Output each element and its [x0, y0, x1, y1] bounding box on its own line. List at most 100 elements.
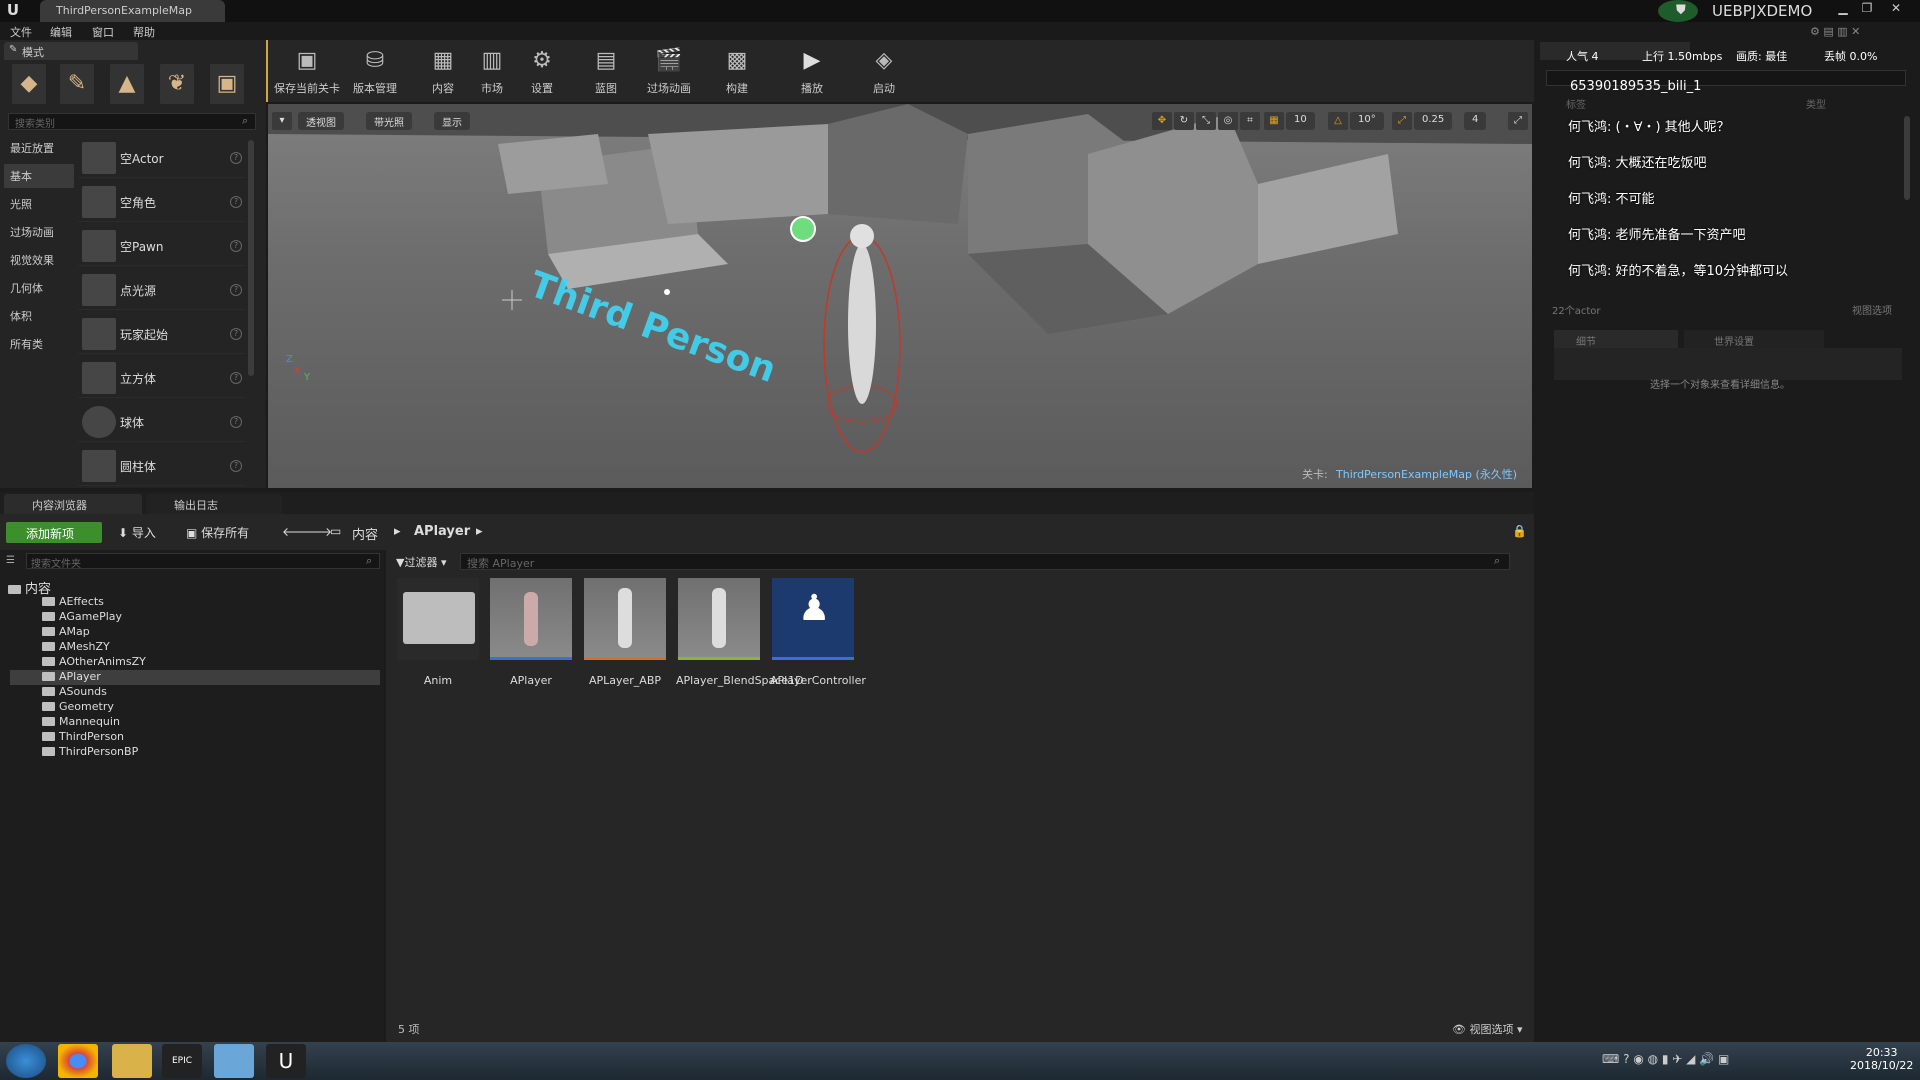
world-settings-tab[interactable]: 世界设置 [1684, 330, 1824, 348]
folder-icon[interactable]: ▭ [330, 524, 341, 538]
scale-icon[interactable]: ⤡ [1196, 112, 1216, 130]
folder-item[interactable]: Mannequin [22, 715, 120, 730]
folder-item[interactable]: AOtherAnimsZY [22, 655, 146, 670]
actor-item-empty-pawn[interactable]: 空Pawn ? [78, 226, 246, 266]
play-button[interactable]: ▶ 播放 [777, 44, 847, 100]
folder-item-selected[interactable]: APlayer [10, 670, 380, 685]
help-icon[interactable]: ? [230, 240, 242, 252]
help-icon[interactable]: ? [230, 284, 242, 296]
grid-snap-icon[interactable]: ▦ [1264, 112, 1284, 130]
show-button[interactable]: 显示 [434, 112, 470, 130]
viewport-options-dropdown[interactable]: ▾ [272, 112, 292, 130]
actor-item-player-start[interactable]: 玩家起始 ? [78, 314, 246, 354]
source-control-button[interactable]: ⛁ 版本管理 [340, 44, 410, 100]
rotation-snap-icon[interactable]: △ [1328, 112, 1348, 130]
folder-item[interactable]: AEffects [22, 595, 104, 610]
perspective-button[interactable]: 透视图 [298, 112, 344, 130]
scale-snap-icon[interactable]: ⤢ [1392, 112, 1412, 130]
translate-icon[interactable]: ✥ [1152, 112, 1172, 130]
content-browser-tab[interactable]: 内容浏览器 [4, 494, 142, 514]
help-icon[interactable]: ? [230, 416, 242, 428]
maximize-viewport-icon[interactable]: ⤢ [1508, 112, 1528, 130]
class-search-input[interactable]: 搜索类别 [8, 113, 256, 130]
landscape-mode-icon[interactable]: ▲ [110, 64, 144, 104]
folder-item[interactable]: ASounds [22, 685, 107, 700]
start-button-icon[interactable] [6, 1044, 46, 1078]
import-button[interactable]: ⬇ 导入 [118, 524, 156, 541]
menu-edit[interactable]: 编辑 [50, 24, 72, 40]
asset-tile-blendspace[interactable]: APlayer_BlendSpace1D [676, 576, 804, 687]
asset-tile-aplayer-abp[interactable]: APLayer_ABP [582, 576, 668, 687]
actor-item-point-light[interactable]: 点光源 ? [78, 270, 246, 310]
camera-speed-value[interactable]: 4 [1464, 112, 1487, 130]
settings-button[interactable]: ⚙ 设置 [507, 44, 577, 100]
category-all-classes[interactable]: 所有类 [4, 332, 74, 356]
asset-tile-aplayercontroller[interactable]: ♟ APlayerController [770, 576, 866, 687]
actor-item-sphere[interactable]: 球体 ? [78, 402, 246, 442]
folder-item[interactable]: ThirdPerson [22, 730, 124, 745]
modes-tab[interactable]: 模式 [4, 42, 138, 60]
help-icon[interactable]: ? [230, 328, 242, 340]
category-volumes[interactable]: 体积 [4, 304, 74, 328]
paint-mode-icon[interactable]: ✎ [60, 64, 94, 104]
menu-window[interactable]: 窗口 [92, 24, 114, 40]
lit-mode-button[interactable]: 带光照 [366, 112, 412, 130]
chrome-icon[interactable] [58, 1044, 98, 1078]
geometry-mode-icon[interactable]: ▣ [210, 64, 244, 104]
place-mode-icon[interactable]: ◆ [12, 64, 46, 104]
panel-layout-icons[interactable]: ⚙ ▤ ▥ ✕ [1810, 25, 1860, 38]
help-icon[interactable]: ? [230, 460, 242, 472]
forward-arrow-icon[interactable]: 🡒 [300, 524, 332, 539]
folder-item[interactable]: ThirdPersonBP [22, 745, 138, 760]
surface-snap-icon[interactable]: ⌗ [1240, 112, 1260, 130]
category-recent[interactable]: 最近放置 [4, 136, 74, 160]
menu-file[interactable]: 文件 [10, 24, 32, 40]
folder-item[interactable]: AMeshZY [22, 640, 110, 655]
world-local-icon[interactable]: ◎ [1218, 112, 1238, 130]
category-geometry[interactable]: 几何体 [4, 276, 74, 300]
outliner-view-options[interactable]: 视图选项 [1852, 302, 1892, 317]
breadcrumb-aplayer[interactable]: APlayer [414, 524, 470, 539]
build-button[interactable]: ▩ 构建 [702, 44, 772, 100]
app-icon[interactable] [214, 1044, 254, 1078]
folder-item[interactable]: AGamePlay [22, 610, 122, 625]
unreal-editor-icon[interactable]: U [266, 1044, 306, 1078]
category-lights[interactable]: 光照 [4, 192, 74, 216]
outliner-column-label[interactable]: 标签 [1566, 96, 1586, 111]
rotation-snap-value[interactable]: 10° [1350, 112, 1384, 130]
blueprints-button[interactable]: ▤ 蓝图 [571, 44, 641, 100]
actor-item-cylinder[interactable]: 圆柱体 ? [78, 446, 246, 486]
minimize-button[interactable]: ▁ [1833, 1, 1853, 17]
close-button[interactable]: ✕ [1886, 1, 1906, 17]
actor-item-empty-character[interactable]: 空角色 ? [78, 182, 246, 222]
help-icon[interactable]: ? [230, 152, 242, 164]
system-tray-icons[interactable]: ⌨ ? ◉ ◍ ▮ ✈ ◢ 🔊 ▣ [1602, 1052, 1729, 1066]
view-options-button[interactable]: 👁 视图选项 ▾ [1452, 1021, 1523, 1037]
modes-scrollbar[interactable] [248, 140, 254, 376]
outliner-scrollbar[interactable] [1904, 116, 1910, 200]
actor-item-cube[interactable]: 立方体 ? [78, 358, 246, 398]
restore-button[interactable]: ❐ [1857, 1, 1877, 17]
sources-toggle-icon[interactable]: ☰ [6, 555, 15, 566]
help-icon[interactable]: ? [230, 196, 242, 208]
scale-snap-value[interactable]: 0.25 [1414, 112, 1453, 130]
level-viewport[interactable]: Z X Y Third Person [268, 104, 1532, 488]
taskbar-clock[interactable]: 20:33 2018/10/22 [1850, 1046, 1913, 1072]
output-log-tab[interactable]: 输出日志 [146, 494, 282, 514]
category-basic[interactable]: 基本 [4, 164, 74, 188]
asset-tile-aplayer[interactable]: APlayer [488, 576, 574, 687]
breadcrumb-content[interactable]: 内容 [352, 524, 378, 543]
folder-search-input[interactable]: 搜索文件夹 [26, 553, 380, 570]
lock-icon[interactable]: 🔒 [1512, 524, 1527, 538]
add-new-button[interactable]: 添加新项 [6, 522, 102, 543]
filters-button[interactable]: ▼过滤器 ▾ [396, 554, 447, 570]
menu-help[interactable]: 帮助 [133, 24, 155, 40]
category-cinematic[interactable]: 过场动画 [4, 220, 74, 244]
folder-item[interactable]: AMap [22, 625, 90, 640]
category-visual-effects[interactable]: 视觉效果 [4, 248, 74, 272]
details-tab[interactable]: 细节 [1554, 330, 1678, 348]
outliner-column-type[interactable]: 类型 [1806, 96, 1826, 111]
asset-search-input[interactable]: 搜索 APlayer [460, 553, 1510, 570]
help-icon[interactable]: ? [230, 372, 242, 384]
rotate-icon[interactable]: ↻ [1174, 112, 1194, 130]
